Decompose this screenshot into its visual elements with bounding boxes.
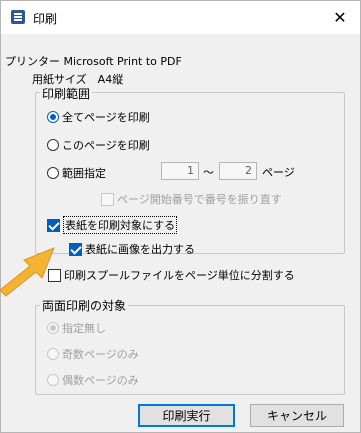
- radio-indicator: [47, 322, 59, 334]
- annotation-arrow-icon: [0, 247, 55, 297]
- radio-indicator: [47, 348, 59, 360]
- radio-range[interactable]: 範囲指定: [47, 165, 106, 181]
- title-bar: 印刷 ✕: [1, 1, 360, 34]
- page-unit-label: ページ: [262, 166, 295, 179]
- cover-image-label: 表紙に画像を出力する: [85, 243, 195, 256]
- radio-indicator: [47, 111, 59, 123]
- radio-indicator: [47, 374, 59, 386]
- range-separator: ～: [203, 166, 214, 179]
- duplex-even-label: 偶数ページのみ: [62, 374, 139, 387]
- include-cover-checkbox[interactable]: 表紙を印刷対象にする: [47, 216, 178, 234]
- print-button[interactable]: 印刷実行: [138, 404, 235, 427]
- spool-split-checkbox[interactable]: 印刷スプールファイルをページ単位に分割する: [48, 267, 295, 283]
- app-icon: [11, 10, 25, 24]
- print-range-legend: 印刷範囲: [40, 85, 93, 102]
- checkbox-indicator: [101, 192, 114, 206]
- radio-indicator: [47, 139, 59, 151]
- radio-all-pages-label: 全てページを印刷: [62, 111, 150, 124]
- duplex-odd-radio[interactable]: 奇数ページのみ: [47, 346, 139, 362]
- dialog-title: 印刷: [33, 12, 58, 26]
- close-icon[interactable]: ✕: [320, 1, 360, 34]
- duplex-none-radio[interactable]: 指定無し: [47, 320, 106, 336]
- renumber-label: ページ開始番号で番号を振り直す: [117, 193, 282, 206]
- duplex-legend: 両面印刷の対象: [40, 297, 129, 314]
- print-dialog: 印刷 ✕ プリンター Microsoft Print to PDF 用紙サイズ …: [0, 0, 361, 433]
- cover-image-checkbox[interactable]: 表紙に画像を出力する: [69, 241, 195, 257]
- duplex-none-label: 指定無し: [62, 322, 106, 335]
- checkbox-indicator: [69, 242, 82, 256]
- include-cover-label: 表紙を印刷対象にする: [63, 216, 178, 234]
- duplex-odd-label: 奇数ページのみ: [62, 348, 139, 361]
- cancel-button[interactable]: キャンセル: [250, 404, 344, 427]
- printer-label: プリンター Microsoft Print to PDF: [5, 55, 182, 68]
- radio-indicator: [47, 167, 59, 179]
- range-to-input[interactable]: 2: [219, 162, 257, 180]
- radio-range-label: 範囲指定: [62, 167, 106, 180]
- radio-this-page-label: このページを印刷: [62, 139, 150, 152]
- range-from-input[interactable]: 1: [161, 162, 199, 180]
- spool-split-label: 印刷スプールファイルをページ単位に分割する: [64, 269, 295, 282]
- radio-all-pages[interactable]: 全てページを印刷: [47, 109, 150, 125]
- renumber-checkbox[interactable]: ページ開始番号で番号を振り直す: [101, 191, 282, 207]
- duplex-even-radio[interactable]: 偶数ページのみ: [47, 372, 139, 388]
- radio-this-page[interactable]: このページを印刷: [47, 137, 150, 153]
